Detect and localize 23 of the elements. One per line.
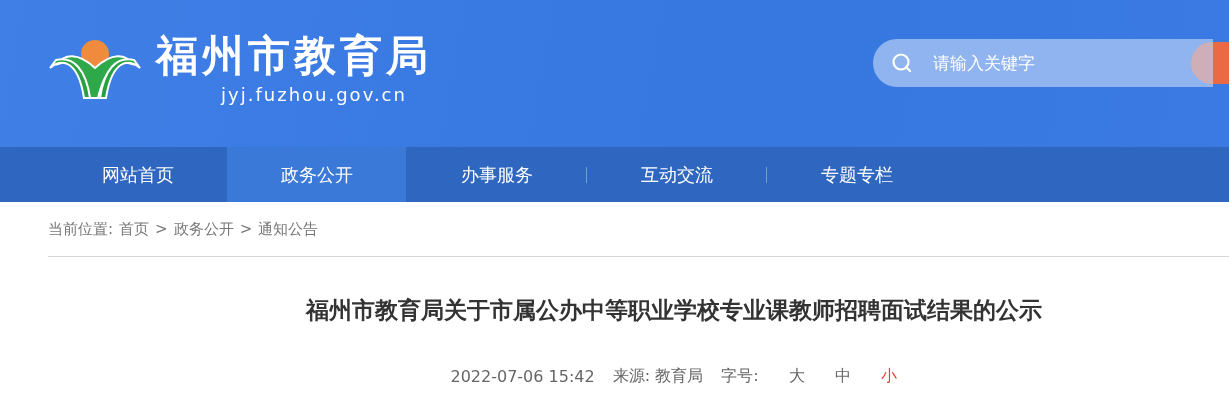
font-size-option[interactable]: 小 [880, 366, 897, 387]
search-button[interactable] [1191, 41, 1229, 84]
breadcrumb-link[interactable]: 政务公开 [173, 219, 234, 239]
search-field[interactable]: 请输入关键字 [873, 38, 1213, 87]
article-title: 福州市教育局关于市属公办中等职业学校专业课教师招聘面试结果的公示 [304, 296, 1043, 325]
site-url: jyj.fuzhou.gov.cn [221, 84, 407, 105]
breadcrumb-label: 当前位置: [48, 219, 114, 239]
breadcrumb-link[interactable]: 通知公告 [258, 219, 319, 239]
nav-tab[interactable]: 政务公开 [227, 147, 406, 202]
search-icon [891, 51, 913, 74]
font-size-option[interactable]: 大 [788, 366, 805, 387]
breadcrumb-separator: > [155, 220, 168, 238]
nav-tab[interactable]: 互动交流 [587, 147, 766, 202]
breadcrumb-link[interactable]: 首页 [119, 219, 150, 239]
nav-tab[interactable]: 专题专栏 [767, 147, 946, 202]
site-name: 福州市教育局 [156, 30, 432, 82]
publish-date: 2022-07-06 15:42 [450, 367, 595, 386]
nav-tab[interactable]: 网站首页 [48, 147, 227, 202]
font-size-label: 字号: [721, 366, 759, 387]
nav-tab[interactable]: 办事服务 [407, 147, 586, 202]
font-size-option[interactable]: 中 [834, 366, 851, 387]
article-source: 来源: 教育局 [612, 366, 704, 387]
breadcrumb-separator: > [239, 220, 253, 238]
